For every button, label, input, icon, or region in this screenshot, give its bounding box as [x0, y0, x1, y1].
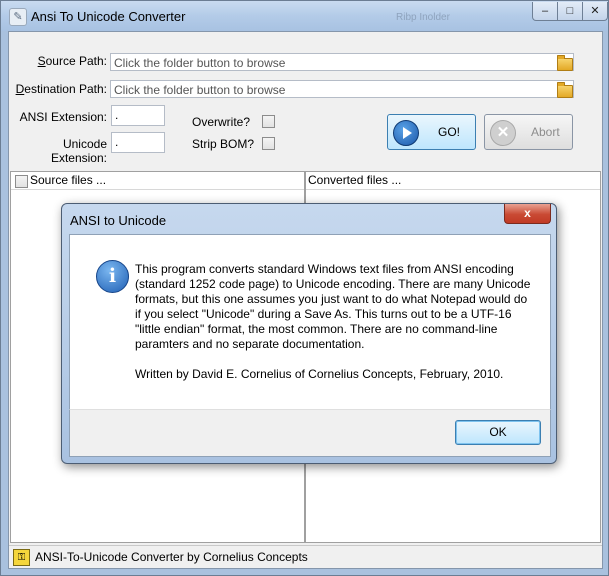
abort-button[interactable]: ✕ Abort	[484, 114, 573, 150]
abort-button-label: Abort	[531, 125, 560, 139]
app-icon: ✎	[9, 8, 27, 26]
maximize-button[interactable]: □	[557, 2, 583, 21]
ghost-title: Ribp Inolder	[396, 12, 450, 23]
source-path-input[interactable]: Click the folder button to browse	[110, 53, 574, 71]
dialog-title: ANSI to Unicode	[70, 213, 167, 228]
status-bar: ⚿ ANSI-To-Unicode Converter by Cornelius…	[9, 545, 602, 568]
converted-files-header-label: Converted files ...	[308, 173, 402, 187]
abort-x-icon: ✕	[490, 120, 516, 146]
ansi-extension-label: ANSI Extension:	[19, 110, 107, 124]
overwrite-checkbox[interactable]	[262, 115, 275, 128]
source-path-label: Source Path:	[37, 54, 107, 68]
dialog-message: This program converts standard Windows t…	[135, 262, 535, 382]
destination-path-input[interactable]: Click the folder button to browse	[110, 80, 574, 98]
play-icon	[393, 120, 419, 146]
source-folder-icon[interactable]	[557, 55, 573, 71]
go-button-label: GO!	[438, 125, 461, 139]
dialog-message-text: This program converts standard Windows t…	[135, 262, 531, 351]
dialog-close-button[interactable]: x	[504, 204, 551, 224]
minimize-button[interactable]: –	[532, 2, 558, 21]
overwrite-label: Overwrite?	[192, 115, 251, 129]
dialog-body: i This program converts standard Windows…	[69, 234, 551, 411]
lock-icon: ⚿	[13, 549, 30, 566]
ok-button[interactable]: OK	[455, 420, 541, 445]
unicode-extension-label: Unicode Extension:	[50, 137, 107, 165]
dialog-credit-text: Written by David E. Cornelius of Corneli…	[135, 367, 504, 381]
source-files-header-label: Source files ...	[30, 173, 107, 187]
destination-path-label: Destination Path:	[15, 82, 107, 96]
about-dialog: ANSI to Unicode x i This program convert…	[61, 203, 557, 464]
strip-bom-label: Strip BOM?	[192, 137, 255, 151]
destination-folder-icon[interactable]	[557, 82, 573, 98]
strip-bom-checkbox[interactable]	[262, 137, 275, 150]
dialog-footer: OK	[69, 409, 551, 457]
ansi-extension-input[interactable]: .	[111, 105, 165, 126]
info-icon: i	[96, 260, 129, 293]
unicode-extension-input[interactable]: .	[111, 132, 165, 153]
converted-files-header: Converted files ...	[306, 172, 600, 190]
select-all-source-checkbox[interactable]	[15, 175, 28, 188]
status-text: ANSI-To-Unicode Converter by Cornelius C…	[35, 550, 308, 564]
go-button[interactable]: GO!	[387, 114, 476, 150]
close-window-button[interactable]: ✕	[582, 2, 608, 21]
source-files-header: Source files ...	[11, 172, 304, 190]
title-bar[interactable]: ✎ Ansi To Unicode Converter Ribp Inolder…	[1, 1, 608, 31]
window-title: Ansi To Unicode Converter	[31, 9, 186, 24]
